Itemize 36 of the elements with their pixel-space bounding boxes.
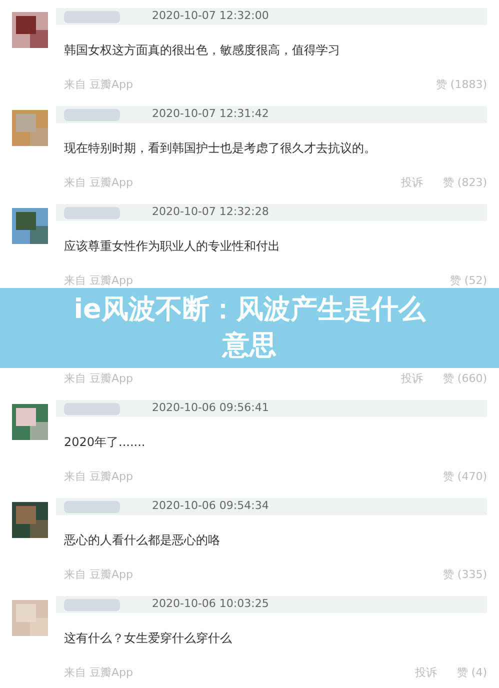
comment-text: 这有什么？女生爱穿什么穿什么 [64, 631, 232, 645]
comment-source: 来自 豆瓣App [64, 175, 133, 191]
comment-text: 应该尊重女性作为职业人的专业性和付出 [64, 239, 280, 253]
comment-source: 来自 豆瓣App [64, 273, 133, 289]
comment-time: 2020-10-07 12:31:42 [152, 106, 269, 122]
username-blur [64, 10, 120, 22]
username-blur [64, 402, 120, 414]
comment-source: 来自 豆瓣App [64, 371, 133, 387]
username-blur [64, 206, 120, 218]
like-link[interactable]: 赞 (335) [442, 567, 487, 584]
comment-text: 恶心的人看什么都是恶心的咯 [64, 533, 220, 547]
comment-source: 来自 豆瓣App [64, 567, 133, 583]
comment-text: 2020年了....... [64, 435, 146, 449]
report-link[interactable]: 投诉 [400, 175, 423, 192]
comment-source: 来自 豆瓣App [64, 665, 133, 681]
like-link[interactable]: 赞 (823) [442, 175, 487, 192]
comment-text: 韩国女权这方面真的很出色，敏感度很高，值得学习 [64, 43, 340, 57]
like-link[interactable]: 赞 (470) [442, 469, 487, 486]
comment-source: 来自 豆瓣App [64, 77, 133, 93]
like-link[interactable]: 赞 (1883) [436, 77, 487, 94]
like-link[interactable]: 赞 (52) [450, 273, 487, 290]
banner-title: ie风波不断：风波产生是什么意思 [72, 293, 427, 363]
comment-time: 2020-10-06 09:56:41 [152, 400, 269, 416]
like-link[interactable]: 赞 (660) [442, 371, 487, 388]
comment-time: 2020-10-06 09:54:34 [152, 498, 269, 514]
comment-text: 现在特别时期，看到韩国护士也是考虑了很久才去抗议的。 [64, 141, 376, 155]
comment-time: 2020-10-07 12:32:28 [152, 204, 269, 220]
username-blur [64, 598, 120, 610]
comment-time: 2020-10-06 10:03:25 [152, 596, 269, 612]
comment-source: 来自 豆瓣App [64, 469, 133, 485]
username-blur [64, 108, 120, 120]
username-blur [64, 500, 120, 512]
comment-time: 2020-10-07 12:32:00 [152, 8, 269, 24]
report-link[interactable]: 投诉 [400, 371, 423, 388]
like-link[interactable]: 赞 (4) [456, 665, 487, 682]
report-link[interactable]: 投诉 [414, 665, 437, 682]
